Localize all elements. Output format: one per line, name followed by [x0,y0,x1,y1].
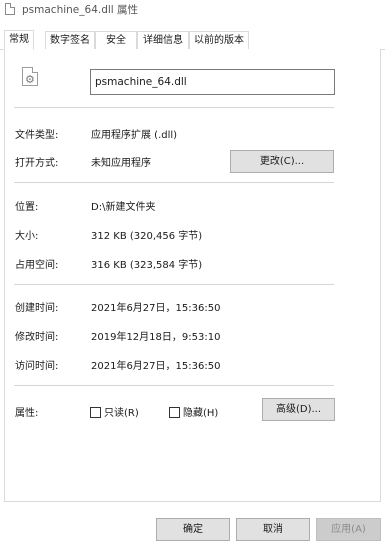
file-type-label: 文件类型: [15,130,59,141]
divider [14,107,334,108]
created-value: 2021年6月27日，15:36:50 [91,303,221,314]
file-name-input[interactable]: psmachine_64.dll [90,69,335,95]
accessed-value: 2021年6月27日，15:36:50 [91,361,221,372]
file-type-value: 应用程序扩展 (.dll) [91,130,178,141]
ok-button[interactable]: 确定 [156,518,230,541]
tab-previous-versions[interactable]: 以前的版本 [189,31,249,50]
general-panel [4,49,381,502]
checkbox-box[interactable] [169,407,180,418]
file-icon [5,3,15,15]
size-on-disk-value: 316 KB (323,584 字节) [91,260,203,271]
advanced-button[interactable]: 高级(D)... [262,398,335,421]
modified-label: 修改时间: [15,332,59,343]
cancel-button[interactable]: 取消 [236,518,310,541]
divider [14,182,334,183]
opens-with-label: 打开方式: [15,158,59,169]
attributes-label: 属性: [15,408,39,419]
checkbox-box[interactable] [90,407,101,418]
size-value: 312 KB (320,456 字节) [91,231,203,242]
change-button[interactable]: 更改(C)... [230,150,334,173]
divider [14,385,334,386]
tab-details[interactable]: 详细信息 [137,31,189,50]
accessed-label: 访问时间: [15,361,59,372]
apply-button[interactable]: 应用(A) [316,518,381,541]
tab-security[interactable]: 安全 [95,31,137,50]
hidden-checkbox[interactable]: 隐藏(H) [169,404,219,419]
opens-with-value: 未知应用程序 [91,158,151,169]
readonly-label: 只读(R) [104,408,139,419]
readonly-checkbox[interactable]: 只读(R) [90,404,139,419]
hidden-label: 隐藏(H) [183,408,219,419]
created-label: 创建时间: [15,303,59,314]
title-bar: psmachine_64.dll 属性 [0,0,385,18]
size-label: 大小: [15,231,39,242]
size-on-disk-label: 占用空间: [15,260,59,271]
tab-general[interactable]: 常规 [4,30,34,50]
window-title: psmachine_64.dll 属性 [22,4,139,16]
modified-value: 2019年12月18日，9:53:10 [91,332,221,343]
divider [14,284,334,285]
location-value: D:\新建文件夹 [91,202,156,213]
tab-strip: 常规 数字签名 安全 详细信息 以前的版本 [0,30,385,50]
tab-digital-signatures[interactable]: 数字签名 [45,31,95,50]
dll-file-gear-icon: ⚙ [22,67,38,86]
location-label: 位置: [15,202,39,213]
